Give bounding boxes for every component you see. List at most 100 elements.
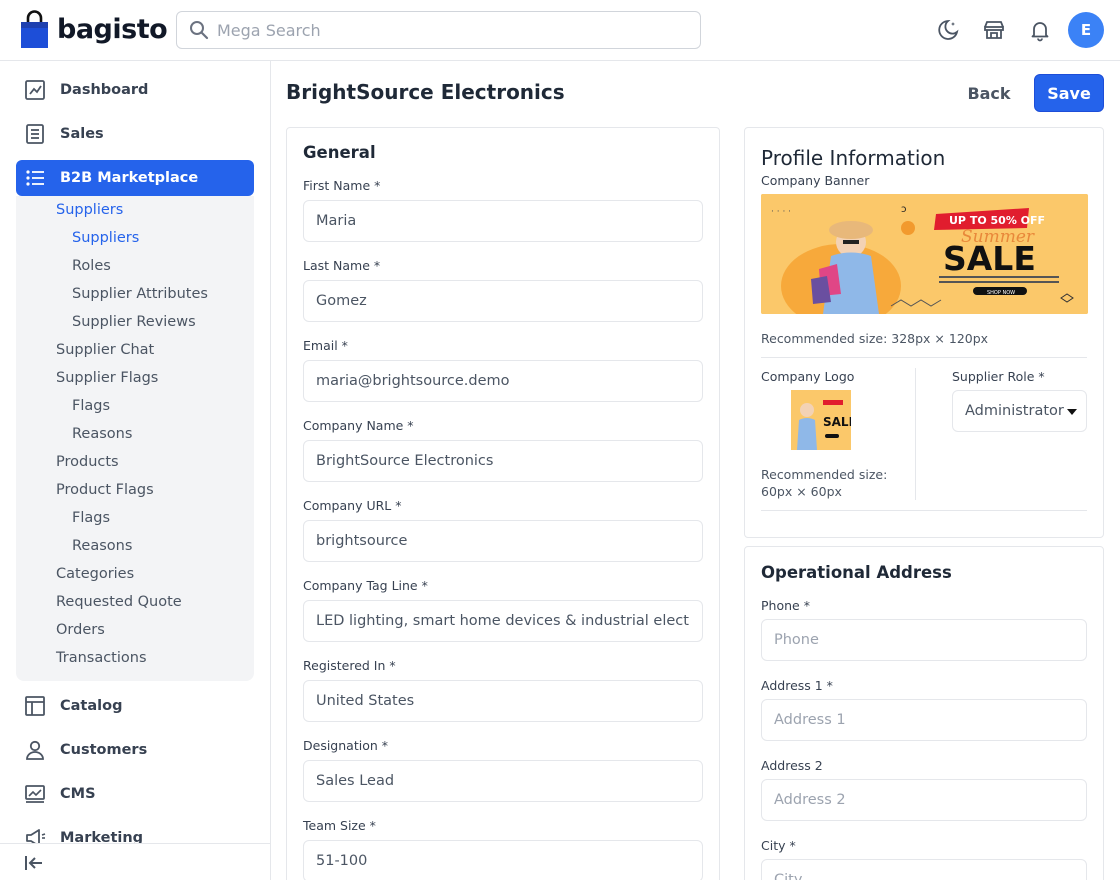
company-name-field[interactable]: [303, 440, 703, 482]
save-button[interactable]: Save: [1034, 74, 1104, 112]
phone-field[interactable]: [761, 619, 1087, 661]
vertical-divider: [915, 368, 916, 500]
submenu-supplier-chat[interactable]: Supplier Chat: [56, 342, 154, 358]
nav-customers[interactable]: Customers: [16, 732, 254, 768]
dashboard-icon: [25, 80, 45, 100]
company-tagline-label: Company Tag Line *: [303, 578, 428, 593]
b2b-submenu: Suppliers Suppliers Roles Supplier Attri…: [16, 196, 254, 681]
submenu-product-flags-reasons[interactable]: Reasons: [72, 538, 132, 554]
banner-graphic: · · · · ↄ UP TO 50% OFF Summer SALE SHOP…: [761, 194, 1088, 314]
cms-icon: [25, 785, 45, 803]
company-url-field[interactable]: [303, 520, 703, 562]
search-input[interactable]: [217, 20, 687, 40]
shopping-bag-icon: [21, 10, 48, 48]
registered-in-label: Registered In *: [303, 658, 396, 673]
submenu-supplier-flags-flags[interactable]: Flags: [72, 398, 110, 414]
registered-in-field[interactable]: [303, 680, 703, 722]
company-banner-image[interactable]: · · · · ↄ UP TO 50% OFF Summer SALE SHOP…: [761, 194, 1088, 314]
notification-bell-icon[interactable]: [1027, 17, 1053, 43]
team-size-field[interactable]: [303, 840, 703, 880]
email-label: Email *: [303, 338, 348, 353]
page-title: BrightSource Electronics: [286, 80, 565, 104]
company-name-label: Company Name *: [303, 418, 414, 433]
collapse-sidebar-icon[interactable]: [24, 853, 44, 873]
storefront-icon[interactable]: [981, 17, 1007, 43]
catalog-icon: [25, 696, 45, 716]
submenu-roles[interactable]: Roles: [72, 258, 111, 274]
email-field[interactable]: [303, 360, 703, 402]
sidebar: Dashboard Sales B2B Marketplace Supplier…: [0, 61, 271, 880]
team-size-label: Team Size *: [303, 818, 376, 833]
submenu-supplier-reviews[interactable]: Supplier Reviews: [72, 314, 196, 330]
profile-card: Profile Information Company Banner · · ·…: [744, 127, 1104, 538]
supplier-role-select[interactable]: Administrator: [952, 390, 1087, 432]
address-1-label: Address 1 *: [761, 678, 833, 693]
general-title: General: [303, 143, 376, 162]
city-field[interactable]: [761, 859, 1087, 880]
back-button[interactable]: Back: [956, 76, 1022, 110]
general-card: General First Name * Last Name * Email *…: [286, 127, 720, 880]
brand-logo[interactable]: bagisto: [20, 10, 168, 49]
operational-address-title: Operational Address: [761, 563, 952, 582]
designation-label: Designation *: [303, 738, 388, 753]
logo-sale-text: SALE: [823, 415, 851, 429]
address-2-label: Address 2: [761, 758, 823, 773]
nav-catalog[interactable]: Catalog: [16, 688, 254, 724]
phone-label: Phone *: [761, 598, 810, 613]
submenu-products[interactable]: Products: [56, 454, 119, 470]
last-name-label: Last Name *: [303, 258, 381, 273]
nav-dashboard[interactable]: Dashboard: [16, 72, 254, 108]
first-name-field[interactable]: [303, 200, 703, 242]
profile-title: Profile Information: [761, 146, 946, 170]
divider: [761, 510, 1087, 511]
svg-text:· · · ·: · · · ·: [771, 207, 791, 217]
submenu-transactions[interactable]: Transactions: [56, 650, 147, 666]
banner-cta-text: SHOP NOW: [987, 290, 1015, 296]
supplier-role-label: Supplier Role *: [952, 369, 1045, 384]
mega-search[interactable]: [176, 11, 701, 49]
company-banner-label: Company Banner: [761, 173, 870, 188]
user-avatar[interactable]: E: [1068, 12, 1104, 48]
designation-field[interactable]: [303, 760, 703, 802]
banner-size-hint: Recommended size: 328px × 120px: [761, 331, 989, 346]
submenu-suppliers[interactable]: Suppliers: [56, 202, 123, 218]
supplier-role-value: Administrator: [965, 403, 1064, 419]
submenu-suppliers-list[interactable]: Suppliers: [72, 230, 139, 246]
company-url-label: Company URL *: [303, 498, 402, 513]
dark-mode-icon[interactable]: [935, 17, 961, 43]
submenu-product-flags-flags[interactable]: Flags: [72, 510, 110, 526]
top-header: bagisto E: [0, 0, 1120, 61]
svg-text:ↄ: ↄ: [901, 204, 907, 215]
operational-address-card: Operational Address Phone * Address 1 * …: [744, 546, 1104, 880]
submenu-supplier-attributes[interactable]: Supplier Attributes: [72, 286, 208, 302]
search-icon: [190, 21, 209, 40]
address-1-field[interactable]: [761, 699, 1087, 741]
city-label: City *: [761, 838, 796, 853]
first-name-label: First Name *: [303, 178, 381, 193]
logo-size-hint-line-2: 60px × 60px: [761, 484, 842, 499]
last-name-field[interactable]: [303, 280, 703, 322]
nav-cms[interactable]: CMS: [16, 776, 254, 812]
submenu-product-flags[interactable]: Product Flags: [56, 482, 154, 498]
logo-graphic: SALE: [791, 390, 851, 450]
banner-badge-text: UP TO 50% OFF: [949, 214, 1045, 227]
address-2-field[interactable]: [761, 779, 1087, 821]
submenu-orders[interactable]: Orders: [56, 622, 105, 638]
nav-sales[interactable]: Sales: [16, 116, 254, 152]
chevron-down-icon: [1067, 409, 1077, 415]
nav-b2b-marketplace[interactable]: B2B Marketplace: [16, 160, 254, 196]
sidebar-collapse-bar: [0, 843, 270, 880]
customers-icon: [26, 740, 44, 760]
banner-sale-text: SALE: [943, 239, 1036, 278]
brand-name: bagisto: [57, 14, 168, 45]
submenu-categories[interactable]: Categories: [56, 566, 134, 582]
company-logo-label: Company Logo: [761, 369, 855, 384]
submenu-requested-quote[interactable]: Requested Quote: [56, 594, 182, 610]
submenu-supplier-flags[interactable]: Supplier Flags: [56, 370, 158, 386]
sales-icon: [26, 124, 44, 144]
divider: [761, 357, 1087, 358]
company-logo-image[interactable]: SALE: [791, 390, 851, 450]
submenu-supplier-flags-reasons[interactable]: Reasons: [72, 426, 132, 442]
marketplace-icon: [26, 170, 44, 186]
company-tagline-field[interactable]: [303, 600, 703, 642]
